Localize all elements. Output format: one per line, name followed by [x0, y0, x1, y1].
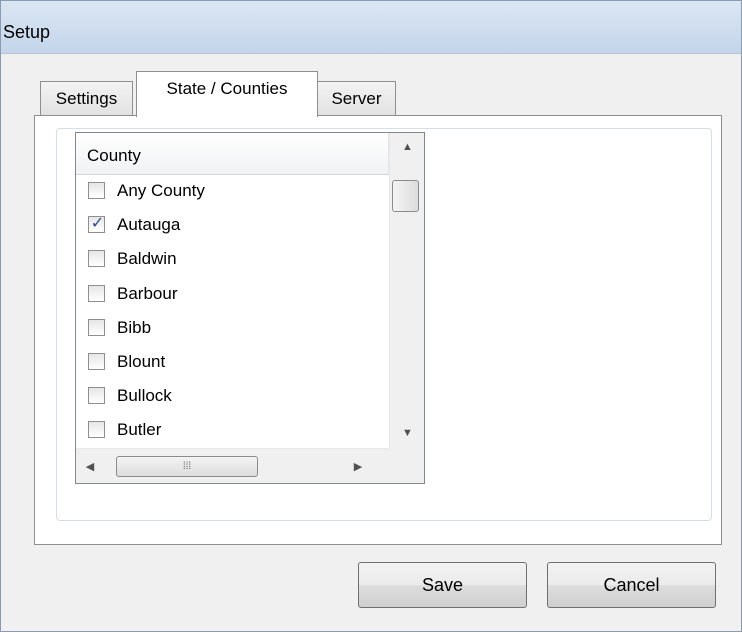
column-header-label: County	[87, 146, 141, 165]
county-checkbox[interactable]	[88, 421, 105, 439]
vertical-scroll-thumb[interactable]	[392, 180, 419, 212]
county-checkbox[interactable]	[88, 182, 105, 199]
county-checkbox[interactable]: ✓	[88, 215, 105, 234]
list-item[interactable]: Any County	[76, 175, 389, 209]
setup-window: Setup Settings State / Counties Server C…	[0, 0, 742, 632]
county-label: Barbour	[117, 283, 178, 303]
list-item[interactable]: Bibb	[76, 312, 389, 346]
list-item[interactable]: Baldwin	[76, 243, 389, 277]
scroll-down-icon[interactable]: ▼	[390, 427, 424, 439]
save-button[interactable]: Save	[358, 562, 527, 608]
list-item[interactable]: ✓ Autauga	[76, 209, 389, 243]
county-checkbox[interactable]	[88, 284, 105, 302]
county-label: Autauga	[117, 215, 181, 235]
tab-panel: County Any County ✓ Autauga Baldwin Barbour B…	[34, 115, 722, 545]
scrollbar-corner	[389, 448, 424, 483]
column-header-county[interactable]: County	[76, 133, 389, 175]
county-label: Any County	[117, 181, 205, 200]
title-bar: Setup	[1, 1, 741, 54]
list-item[interactable]: Bullock	[76, 380, 389, 414]
county-label: Blount	[117, 351, 166, 371]
county-checkbox[interactable]	[88, 387, 105, 405]
county-checkbox[interactable]	[88, 250, 105, 268]
horizontal-scroll-thumb[interactable]: ⁞⁞⁞	[116, 456, 258, 477]
group-box: County Any County ✓ Autauga Baldwin Barbour B…	[56, 128, 712, 521]
scroll-up-icon[interactable]: ▲	[390, 141, 424, 153]
vertical-scrollbar[interactable]: ▲ ▼	[389, 133, 424, 448]
county-label: Baldwin	[117, 249, 177, 269]
county-checkbox[interactable]	[88, 352, 105, 370]
county-label: Bibb	[117, 317, 152, 337]
scroll-right-icon[interactable]: ▶	[344, 460, 372, 473]
cancel-button[interactable]: Cancel	[547, 562, 716, 608]
county-label: Butler	[117, 420, 162, 440]
list-item[interactable]: Butler	[76, 414, 389, 448]
list-item[interactable]: Barbour	[76, 278, 389, 312]
horizontal-scrollbar[interactable]: ◀ ⁞⁞⁞ ▶	[76, 448, 389, 483]
tab-settings[interactable]: Settings	[40, 81, 133, 115]
county-rows: Any County ✓ Autauga Baldwin Barbour Bibb Blou…	[76, 175, 389, 449]
scroll-left-icon[interactable]: ◀	[76, 460, 104, 473]
county-list[interactable]: County Any County ✓ Autauga Baldwin Barbour B…	[75, 132, 425, 484]
county-checkbox[interactable]	[88, 318, 105, 336]
checkmark-icon: ✓	[90, 215, 105, 233]
list-item[interactable]: Blount	[76, 346, 389, 380]
tab-state-counties[interactable]: State / Counties	[136, 71, 318, 117]
county-label: Bullock	[117, 386, 172, 406]
window-title: Setup	[3, 22, 51, 42]
tab-server[interactable]: Server	[317, 81, 396, 115]
